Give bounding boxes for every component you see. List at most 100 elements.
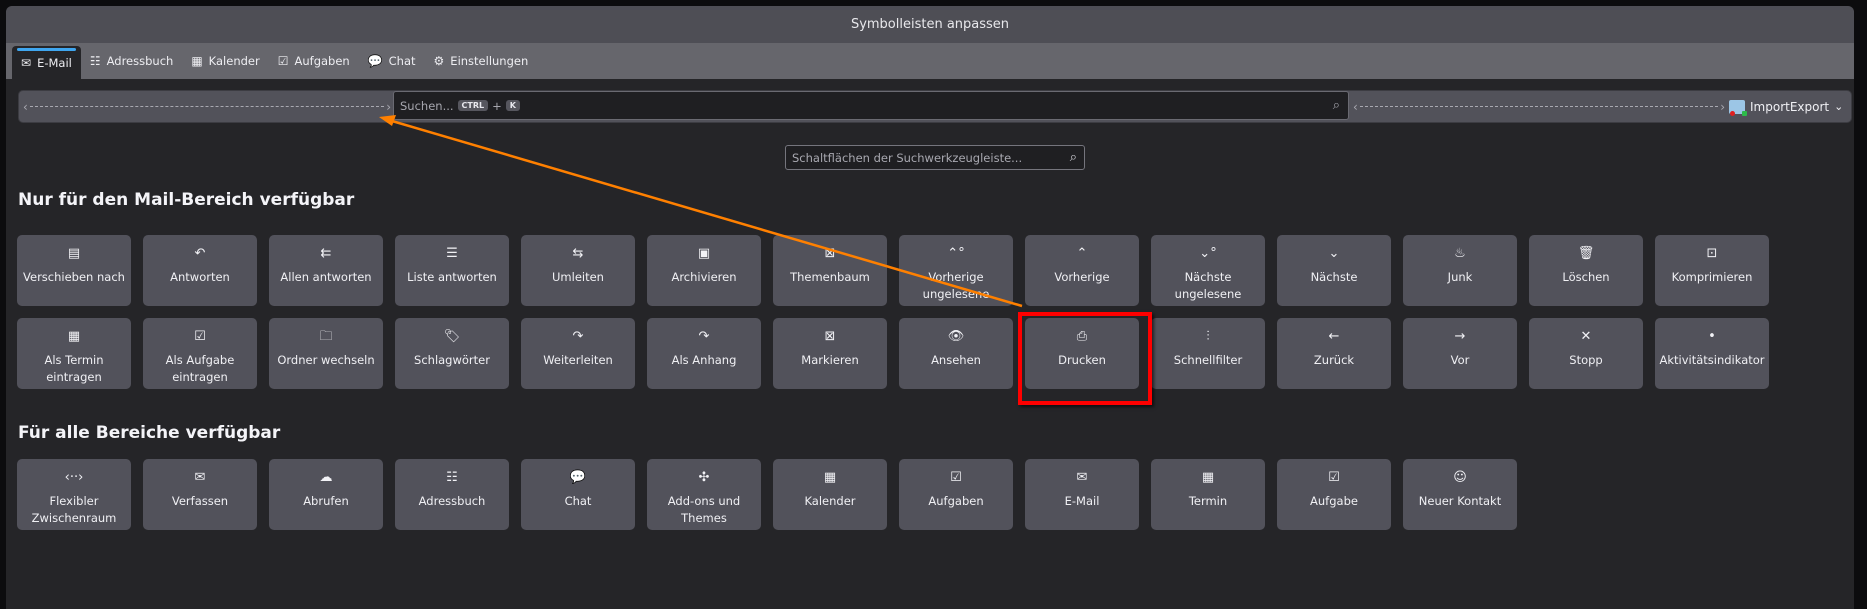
compose-icon: ✉ — [194, 470, 206, 485]
toolbar-button-schnellfilter[interactable]: ⫶ Schnellfilter — [1151, 318, 1265, 389]
toolbar-button-liste-antworten[interactable]: ☰ Liste antworten — [395, 235, 509, 306]
toolbar-button-nächste[interactable]: ⌄ Nächste — [1277, 235, 1391, 306]
toolbar-button-als-termin-eintragen[interactable]: ▦ Als Termin eintragen — [17, 318, 131, 389]
button-label: Add-ons und Themes — [667, 494, 741, 525]
button-label: Als Termin eintragen — [44, 353, 104, 384]
toolbar-button-junk[interactable]: ♨ Junk — [1403, 235, 1517, 306]
toolbar-button-weiterleiten[interactable]: ↷ Weiterleiten — [521, 318, 635, 389]
thread-icon: ⊠ — [824, 246, 836, 261]
toolbar-button-antworten[interactable]: ↶ Antworten — [143, 235, 257, 306]
toolbar-button-abrufen[interactable]: ☁ Abrufen — [269, 459, 383, 530]
toolbar-button-archivieren[interactable]: ▣ Archivieren — [647, 235, 761, 306]
toolbar-button-nächste-ungelesene[interactable]: ⌄° Nächste ungelesene — [1151, 235, 1265, 306]
toolbar-button-vor[interactable]: → Vor — [1403, 318, 1517, 389]
sliders-icon: ⫶ — [1206, 329, 1210, 344]
toolbar-button-allen-antworten[interactable]: ⇇ Allen antworten — [269, 235, 383, 306]
chevron-up-icon: ⌃ — [1076, 246, 1088, 261]
tab-label: Einstellungen — [450, 54, 529, 68]
toolbar-button-schlagwörter[interactable]: 🏷 Schlagwörter — [395, 318, 509, 389]
filter-placeholder: Schaltflächen der Suchwerkzeugleiste... — [792, 150, 1023, 165]
toolbar-button-stopp[interactable]: ✕ Stopp — [1529, 318, 1643, 389]
button-filter-input[interactable]: Schaltflächen der Suchwerkzeugleiste... … — [785, 145, 1085, 170]
close-icon: ✕ — [1580, 329, 1592, 344]
button-label: Ansehen — [931, 353, 981, 367]
toolbar-button-aktivitätsindikator[interactable]: • Aktivitätsindikator — [1655, 318, 1769, 389]
tasks-icon: ☑ — [950, 470, 962, 485]
arrow-left-icon: ‹ — [1353, 99, 1358, 114]
toolbar-button-verschieben-nach[interactable]: ▤ Verschieben nach — [17, 235, 131, 306]
button-label: Aufgaben — [928, 494, 984, 508]
arrow-left-icon: ← — [1328, 329, 1340, 344]
button-label: Komprimieren — [1671, 270, 1753, 284]
chevron-down-icon: ⌄ — [1328, 246, 1340, 261]
file-move-icon: ▤ — [67, 246, 81, 261]
toolbar-button-termin[interactable]: ▦ Termin — [1151, 459, 1265, 530]
importexport-button[interactable]: ImportExport ⌄ — [1729, 91, 1843, 122]
toolbar-button-ansehen[interactable]: 👁 Ansehen — [899, 318, 1013, 389]
button-label: Weiterleiten — [543, 353, 613, 367]
toolbar-button-ordner-wechseln[interactable]: 🗀 Ordner wechseln — [269, 318, 383, 389]
forward-icon: ↷ — [572, 329, 584, 344]
toolbar-button-löschen[interactable]: 🗑 Löschen — [1529, 235, 1643, 306]
toolbar-button-chat[interactable]: 💬 Chat — [521, 459, 635, 530]
button-label: Nächste ungelesene — [1174, 270, 1242, 301]
tab-kalender[interactable]: ▦ Kalender — [182, 43, 268, 79]
toolbar-button-add-ons-und-themes[interactable]: ✣ Add-ons und Themes — [647, 459, 761, 530]
toolbar-button-vorherige-ungelesene[interactable]: ⌃° Vorherige ungelesene — [899, 235, 1013, 306]
button-label: Umleiten — [552, 270, 604, 284]
toolbar-button-kalender[interactable]: ▦ Kalender — [773, 459, 887, 530]
toolbar-button-neuer-kontakt[interactable]: ☺ Neuer Kontakt — [1403, 459, 1517, 530]
arrow-right-icon: → — [1454, 329, 1466, 344]
toolbar-button-zurück[interactable]: ← Zurück — [1277, 318, 1391, 389]
tab-label: Aufgaben — [294, 54, 350, 68]
button-label: Verfassen — [171, 494, 229, 508]
junk-flame-icon: ♨ — [1454, 246, 1466, 261]
toolbar-button-verfassen[interactable]: ✉ Verfassen — [143, 459, 257, 530]
search-placeholder: Suchen... — [400, 98, 454, 113]
tab-label: Chat — [388, 54, 416, 68]
toolbar-button-e-mail[interactable]: ✉ E-Mail — [1025, 459, 1139, 530]
section-heading: Nur für den Mail-Bereich verfügbar — [18, 190, 355, 210]
button-label: Stopp — [1569, 353, 1603, 367]
toolbar-button-themenbaum[interactable]: ⊠ Themenbaum — [773, 235, 887, 306]
toolbar-button-umleiten[interactable]: ⇆ Umleiten — [521, 235, 635, 306]
shortcut-plus: + — [492, 98, 502, 113]
shortcut-key-k: K — [505, 100, 520, 111]
toolbar-button-markieren[interactable]: ⊠ Markieren — [773, 318, 887, 389]
toolbar-button-aufgaben[interactable]: ☑ Aufgaben — [899, 459, 1013, 530]
mail-icon: ✉ — [21, 55, 32, 70]
cloud-download-icon: ☁ — [319, 470, 333, 485]
button-label: Ordner wechseln — [277, 353, 375, 367]
button-label: Nächste — [1310, 270, 1358, 284]
address-book-icon: ☷ — [446, 470, 458, 485]
folder-icon: 🗀 — [319, 329, 333, 344]
toolbar-button-adressbuch[interactable]: ☷ Adressbuch — [395, 459, 509, 530]
toolbar-button-als-anhang[interactable]: ↷ Als Anhang — [647, 318, 761, 389]
tab-adressbuch[interactable]: ☷ Adressbuch — [81, 43, 182, 79]
toolbar-button-flexibler-zwischenraum[interactable]: ‹··› Flexibler Zwischenraum — [17, 459, 131, 530]
button-label: Als Aufgabe eintragen — [165, 353, 235, 384]
flexible-space-right[interactable]: ‹ › — [1353, 91, 1725, 122]
arrow-left-icon: ‹ — [23, 99, 28, 114]
global-search-input[interactable]: Suchen... CTRL + K ⌕ — [393, 91, 1349, 120]
window-title: Symbolleisten anpassen — [6, 6, 1854, 43]
toolbar-button-vorherige[interactable]: ⌃ Vorherige — [1025, 235, 1139, 306]
task-add-icon: ☑ — [194, 329, 206, 344]
arrow-right-icon: › — [386, 99, 391, 114]
toolbar-button-drucken[interactable]: ⎙ Drucken — [1025, 318, 1139, 389]
toolbar-button-als-aufgabe-eintragen[interactable]: ☑ Als Aufgabe eintragen — [143, 318, 257, 389]
toolbar-button-aufgabe[interactable]: ☑ Aufgabe — [1277, 459, 1391, 530]
tab-chat[interactable]: 💬 Chat — [359, 43, 425, 79]
tab-e-mail[interactable]: ✉ E-Mail — [12, 46, 81, 79]
tab-aufgaben[interactable]: ☑ Aufgaben — [269, 43, 359, 79]
button-label: Verschieben nach — [23, 270, 125, 284]
puzzle-icon: ✣ — [698, 470, 710, 485]
flexible-space-left[interactable]: ‹ › — [23, 91, 391, 122]
tab-einstellungen[interactable]: ⚙ Einstellungen — [425, 43, 538, 79]
button-label: Archivieren — [671, 270, 737, 284]
toolbar-button-komprimieren[interactable]: ⊡ Komprimieren — [1655, 235, 1769, 306]
printer-icon: ⎙ — [1076, 329, 1088, 344]
eye-icon: 👁 — [947, 329, 965, 344]
button-label: Adressbuch — [418, 494, 486, 508]
button-label: Löschen — [1562, 270, 1610, 284]
